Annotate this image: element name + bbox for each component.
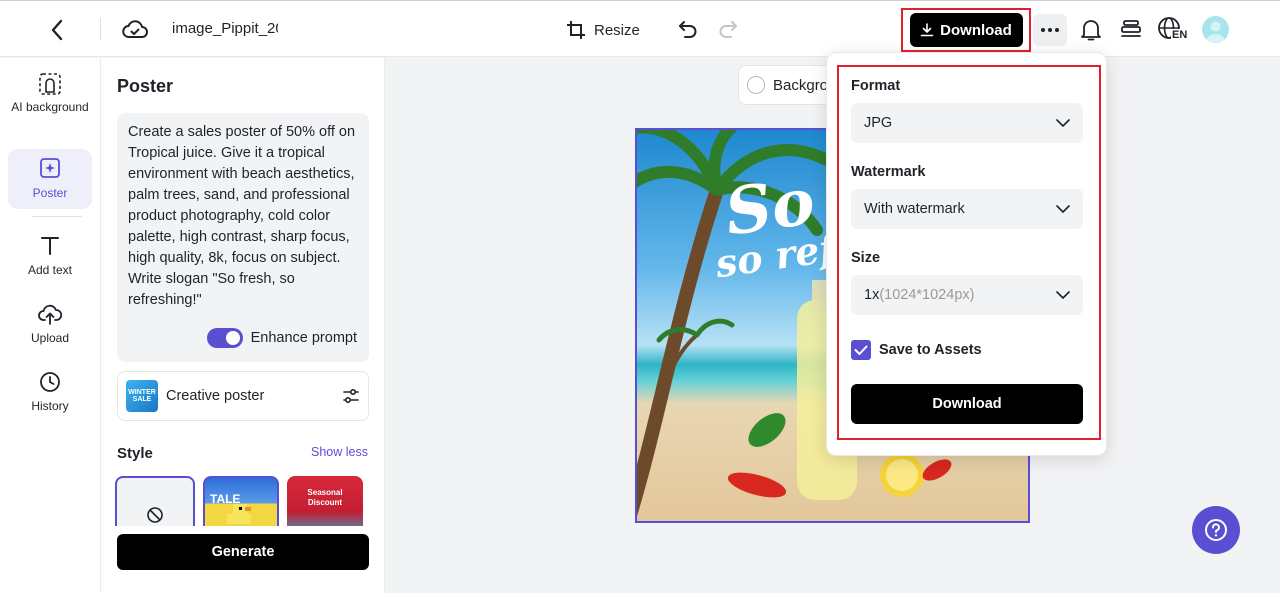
background-radio[interactable] bbox=[747, 76, 765, 94]
format-value: JPG bbox=[864, 115, 893, 131]
prompt-input[interactable]: Create a sales poster of 50% off on Trop… bbox=[117, 113, 369, 362]
help-button[interactable] bbox=[1192, 506, 1240, 554]
rail-item-ai-background[interactable]: AI background bbox=[8, 72, 92, 134]
settings-sliders-icon[interactable] bbox=[342, 388, 360, 404]
panel-title: Poster bbox=[117, 76, 174, 96]
poster-type-thumbnail: WINTER SALE bbox=[126, 380, 158, 412]
layers-button[interactable] bbox=[1118, 17, 1144, 43]
style-options: TALE Seasonal Discount bbox=[115, 476, 375, 526]
enhance-prompt-label: Enhance prompt bbox=[250, 330, 357, 346]
poster-type-thumb-text: WINTER SALE bbox=[128, 389, 156, 403]
chevron-down-icon bbox=[1056, 291, 1070, 299]
history-icon bbox=[40, 372, 60, 392]
size-select[interactable]: 1x(1024*1024px) bbox=[851, 275, 1083, 315]
style-card-seasonal[interactable]: Seasonal Discount bbox=[287, 476, 363, 526]
download-confirm-button[interactable]: Download bbox=[851, 384, 1083, 424]
download-dropdown: Format JPG Watermark With watermark Size… bbox=[826, 52, 1107, 456]
save-to-assets-checkbox[interactable] bbox=[851, 340, 871, 360]
cloud-check-icon bbox=[122, 20, 148, 38]
show-less-link[interactable]: Show less bbox=[311, 445, 368, 459]
upload-icon bbox=[38, 304, 62, 325]
top-bar: image_Pippit_20 Resize Download EN bbox=[0, 0, 1280, 57]
bell-icon bbox=[1081, 20, 1101, 41]
rail-label-add-text: Add text bbox=[27, 263, 73, 277]
redo-button[interactable] bbox=[716, 17, 740, 41]
watermark-select[interactable]: With watermark bbox=[851, 189, 1083, 229]
rail-label-ai-background: AI background bbox=[11, 100, 89, 114]
poster-type-label: Creative poster bbox=[166, 388, 265, 404]
no-style-icon bbox=[147, 507, 163, 523]
size-detail: (1024*1024px) bbox=[879, 287, 975, 303]
file-name[interactable]: image_Pippit_20 bbox=[172, 20, 278, 37]
size-value-wrap: 1x(1024*1024px) bbox=[864, 287, 1056, 303]
save-to-assets-row: Save to Assets bbox=[851, 340, 982, 360]
duck-illustration bbox=[227, 504, 251, 524]
download-highlight: Download bbox=[901, 8, 1031, 52]
rail-label-poster: Poster bbox=[32, 186, 68, 200]
download-top-label: Download bbox=[940, 21, 1012, 39]
undo-button[interactable] bbox=[676, 17, 700, 41]
watermark-value: With watermark bbox=[864, 201, 965, 217]
rail-item-upload[interactable]: Upload bbox=[8, 303, 92, 349]
chevron-down-icon bbox=[1056, 205, 1070, 213]
ai-background-icon bbox=[39, 73, 61, 95]
watermark-label: Watermark bbox=[851, 164, 926, 180]
enhance-prompt-row: Enhance prompt bbox=[206, 328, 357, 348]
prompt-text[interactable]: Create a sales poster of 50% off on Trop… bbox=[128, 122, 358, 311]
notifications-button[interactable] bbox=[1078, 17, 1104, 43]
resize-button[interactable]: Resize bbox=[566, 17, 640, 43]
rail-label-upload: Upload bbox=[30, 331, 70, 345]
rail-label-history: History bbox=[31, 399, 69, 413]
more-options-button[interactable] bbox=[1033, 14, 1067, 46]
chevron-left-icon bbox=[51, 19, 63, 41]
enhance-prompt-toggle[interactable] bbox=[206, 328, 243, 348]
toolbar-divider bbox=[100, 18, 101, 40]
background-chip[interactable]: Background bbox=[738, 65, 838, 105]
format-label: Format bbox=[851, 78, 901, 94]
resize-icon bbox=[567, 21, 585, 39]
rail-item-history[interactable]: History bbox=[8, 371, 92, 417]
checkmark-icon bbox=[854, 345, 868, 355]
chevron-down-icon bbox=[1056, 119, 1070, 127]
more-dots-icon bbox=[1041, 28, 1059, 32]
poster-type-selector[interactable]: WINTER SALE Creative poster bbox=[117, 371, 369, 421]
text-icon bbox=[41, 237, 59, 255]
download-top-button[interactable]: Download bbox=[909, 13, 1023, 47]
resize-label: Resize bbox=[594, 21, 640, 39]
avatar-icon bbox=[1206, 21, 1225, 43]
poster-panel: Poster Create a sales poster of 50% off … bbox=[101, 58, 385, 593]
rail-item-poster[interactable]: Poster bbox=[8, 149, 92, 209]
left-toolbar: AI background Poster Add text Upload His… bbox=[0, 58, 101, 593]
help-question-icon bbox=[1205, 519, 1227, 541]
rail-item-add-text[interactable]: Add text bbox=[8, 234, 92, 280]
style-card-seasonal-text: Seasonal Discount bbox=[307, 488, 343, 507]
user-avatar[interactable] bbox=[1202, 16, 1229, 43]
language-button[interactable]: EN bbox=[1157, 16, 1189, 44]
format-select[interactable]: JPG bbox=[851, 103, 1083, 143]
back-button[interactable] bbox=[44, 17, 70, 43]
style-card-tale[interactable]: TALE bbox=[203, 476, 279, 526]
generate-button[interactable]: Generate bbox=[117, 534, 369, 570]
poster-icon bbox=[40, 158, 60, 178]
rail-separator bbox=[32, 216, 82, 217]
size-label: Size bbox=[851, 250, 881, 266]
download-icon bbox=[920, 23, 934, 37]
undo-icon bbox=[679, 21, 697, 38]
style-heading: Style bbox=[117, 445, 153, 462]
language-code: EN bbox=[1171, 29, 1188, 41]
style-card-none[interactable] bbox=[115, 476, 195, 526]
cloud-sync-button[interactable] bbox=[122, 17, 148, 43]
size-value: 1x bbox=[864, 287, 880, 303]
save-to-assets-label: Save to Assets bbox=[879, 342, 982, 358]
redo-icon bbox=[719, 21, 737, 38]
stack-icon bbox=[1121, 20, 1141, 37]
